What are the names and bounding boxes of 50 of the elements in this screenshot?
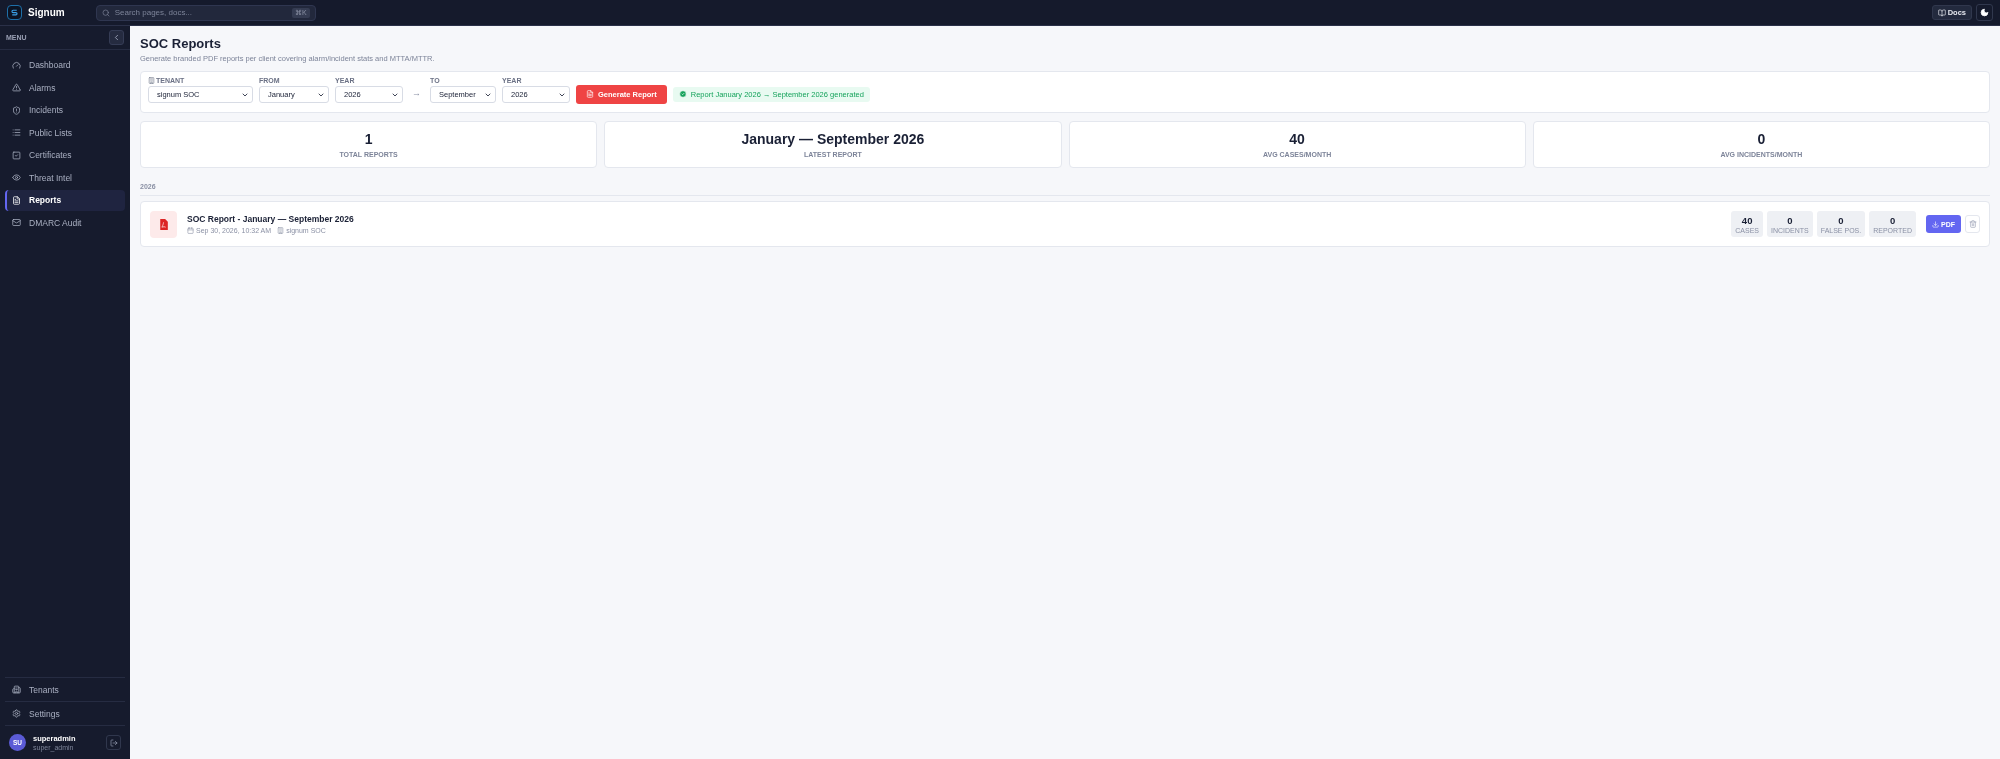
stat-value: January — September 2026	[741, 131, 925, 147]
file-icon	[12, 195, 21, 205]
delete-button[interactable]	[1965, 215, 1980, 233]
sidebar-item[interactable]: Tenants	[5, 677, 125, 701]
stat-value: 40	[1289, 131, 1305, 147]
check-circle-icon	[678, 90, 687, 98]
search-icon	[101, 8, 110, 17]
moon-icon	[1980, 8, 1989, 17]
sidebar-item[interactable]: Settings	[5, 701, 125, 725]
chevron-left-icon	[112, 33, 121, 42]
sidebar-item[interactable]: Threat Intel	[5, 167, 125, 188]
logout-icon	[109, 738, 118, 747]
page-title: SOC Reports	[140, 36, 222, 51]
book-icon	[1937, 8, 1946, 17]
calendar-icon	[187, 227, 194, 234]
warning-icon	[12, 83, 21, 93]
sidebar-item[interactable]: Incidents	[5, 100, 125, 121]
stat-value: 0	[1757, 131, 1766, 147]
download-icon	[1932, 220, 1939, 228]
theme-toggle-button[interactable]	[1976, 4, 1993, 21]
report-title: SOC Report - January — September 2026	[187, 214, 354, 224]
range-arrow: →	[411, 88, 422, 98]
sidebar-item[interactable]: Alarms	[5, 77, 125, 98]
logo-icon	[7, 5, 22, 20]
list-icon	[12, 128, 21, 138]
gauge-icon	[12, 60, 21, 70]
sidebar-item[interactable]: Dashboard	[5, 55, 125, 76]
mail-icon	[12, 218, 21, 228]
count-value: 0	[1889, 214, 1896, 226]
shield-icon	[12, 105, 21, 115]
app-name: Signum	[28, 7, 65, 18]
building-icon	[277, 227, 285, 234]
count-value: 40	[1741, 214, 1753, 226]
settings-icon	[12, 709, 21, 718]
sidebar-item[interactable]: DMARC Audit	[5, 212, 125, 233]
eye-icon	[12, 173, 21, 183]
count-value: 0	[1838, 214, 1844, 226]
building-icon	[12, 685, 21, 694]
file-icon	[586, 90, 594, 98]
pdf-file-icon	[150, 210, 177, 238]
logout-button[interactable]	[106, 735, 121, 750]
sidebar-item[interactable]: Reports	[5, 190, 125, 211]
collapse-button[interactable]	[109, 30, 124, 45]
sidebar-item[interactable]: Public Lists	[5, 122, 125, 143]
count-value: 0	[1787, 214, 1793, 226]
building-icon	[148, 77, 155, 84]
sidebar-item[interactable]: Certificates	[5, 145, 125, 166]
stat-value: 1	[364, 131, 373, 147]
checkbox-icon	[12, 150, 21, 160]
trash-icon	[1968, 220, 1977, 228]
